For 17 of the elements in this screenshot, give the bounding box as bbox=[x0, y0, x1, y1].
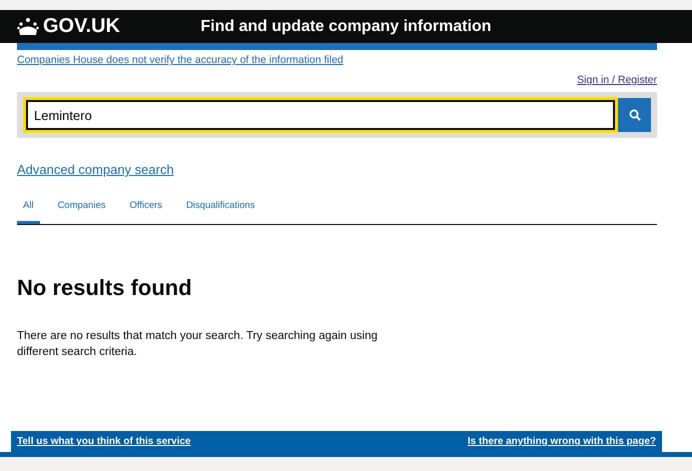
feedback-link[interactable]: Tell us what you think of this service bbox=[17, 436, 191, 447]
disclaimer-link[interactable]: Companies House does not verify the accuracy of the information filed bbox=[17, 54, 344, 66]
tab[interactable]: Officers bbox=[124, 193, 168, 224]
search-field[interactable]: Lemintero bbox=[26, 100, 615, 130]
search-button[interactable] bbox=[618, 98, 651, 132]
results-message: There are no results that match your search. Try searching again using different search criteria. bbox=[17, 329, 379, 360]
service-title: Find and update company information bbox=[200, 18, 492, 34]
results-heading: No results found bbox=[17, 275, 193, 301]
tab[interactable]: All bbox=[17, 193, 40, 224]
tab[interactable]: Companies bbox=[52, 193, 112, 224]
advanced-search-link[interactable]: Advanced company search bbox=[17, 162, 174, 177]
search-icon bbox=[628, 109, 640, 121]
crown-icon bbox=[17, 16, 39, 36]
tab[interactable]: Disqualifications bbox=[180, 193, 261, 224]
sign-in-link[interactable]: Sign in / Register bbox=[577, 74, 657, 86]
report-problem-link[interactable]: Is there anything wrong with this page? bbox=[468, 436, 656, 447]
govuk-logo[interactable]: GOV.UK bbox=[17, 15, 120, 38]
